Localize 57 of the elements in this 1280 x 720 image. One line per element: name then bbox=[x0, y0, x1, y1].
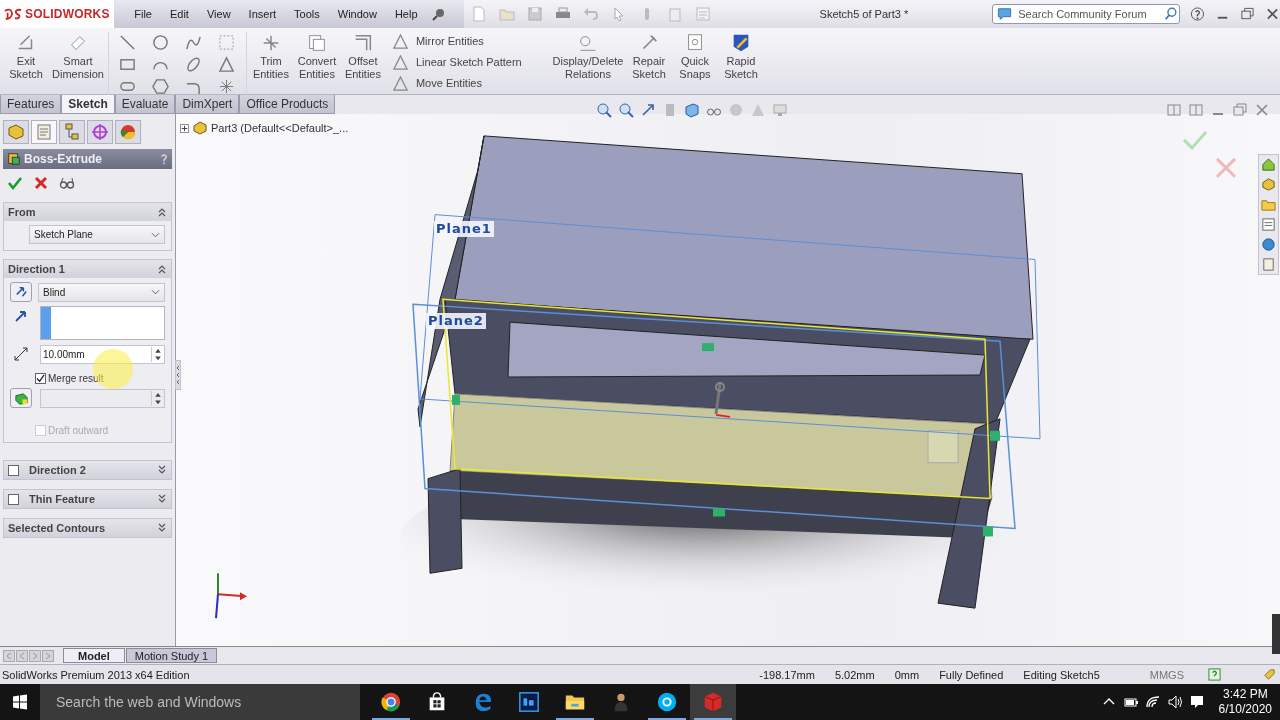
menu-item[interactable]: Help bbox=[386, 8, 426, 20]
command-button[interactable]: Smart Dimension bbox=[50, 32, 106, 81]
ribbon-tab[interactable]: Features bbox=[0, 95, 62, 114]
menu-item[interactable]: Edit bbox=[161, 8, 197, 20]
window-title: Sketch5 of Part3 * bbox=[819, 8, 909, 20]
section-header[interactable]: From bbox=[4, 203, 171, 221]
clock-time: 3:42 PM bbox=[1222, 687, 1268, 702]
command-button[interactable]: Offset Entities bbox=[340, 32, 385, 81]
ribbon-tab[interactable]: Office Products bbox=[239, 95, 336, 114]
section-title: Direction 1 bbox=[8, 263, 65, 275]
section-title: Selected Contours bbox=[8, 522, 106, 534]
status-text: SolidWorks Premium 2013 x64 Edition bbox=[2, 668, 191, 681]
status-field: Editing Sketch5 bbox=[1023, 668, 1100, 681]
command-button[interactable]: Rapid Sketch bbox=[718, 32, 763, 81]
ribbon-tab[interactable]: DimXpert bbox=[175, 95, 240, 114]
status-field: 0mm bbox=[894, 668, 920, 681]
section-header[interactable]: Direction 1 bbox=[4, 260, 171, 278]
panel-title: Boss-Extrude bbox=[24, 152, 104, 166]
depth-field[interactable]: 10.00mm bbox=[40, 344, 165, 364]
app-logo: SOLIDWORKS bbox=[25, 7, 110, 21]
section-header[interactable]: Selected Contours bbox=[3, 518, 172, 538]
section-title: Thin Feature bbox=[29, 493, 95, 505]
plane-label: Plane1 bbox=[434, 221, 494, 237]
command-button[interactable]: Mirror Entities bbox=[392, 32, 543, 50]
taskbar-search-field[interactable]: Search the web and Windows bbox=[40, 684, 360, 720]
menu-item[interactable]: Window bbox=[329, 8, 385, 20]
section-title: From bbox=[8, 206, 36, 218]
search-field[interactable]: Search Community Forum bbox=[992, 4, 1181, 24]
units-selector[interactable]: MMGS bbox=[1149, 668, 1184, 681]
dropdown[interactable]: Sketch Plane bbox=[29, 225, 165, 244]
plane-label: Plane2 bbox=[426, 313, 486, 329]
command-button[interactable]: Move Entities bbox=[392, 74, 543, 92]
menu-item[interactable]: Insert bbox=[240, 8, 285, 20]
status-field: -198.17mm bbox=[759, 668, 815, 681]
status-field: 5.02mm bbox=[834, 668, 875, 681]
model-tab[interactable]: Motion Study 1 bbox=[125, 648, 218, 663]
command-button[interactable]: Exit Sketch bbox=[4, 32, 48, 81]
menu-item[interactable]: File bbox=[126, 8, 160, 20]
command-button[interactable]: Convert Entities bbox=[294, 32, 339, 81]
command-button[interactable]: Quick Snaps bbox=[672, 32, 717, 81]
command-button[interactable]: Trim Entities bbox=[248, 32, 293, 81]
ribbon-tab[interactable]: Evaluate bbox=[114, 95, 176, 114]
checkbox[interactable]: Merge result bbox=[4, 364, 171, 384]
command-button[interactable]: Display/Delete Relations bbox=[550, 32, 625, 81]
command-button[interactable]: Linear Sketch Pattern bbox=[392, 53, 543, 71]
menu-item[interactable]: Tools bbox=[286, 8, 328, 20]
status-field: Fully Defined bbox=[939, 668, 1004, 681]
section-header[interactable]: Direction 2 bbox=[3, 460, 172, 480]
model-tab[interactable]: Model bbox=[63, 648, 125, 663]
command-button[interactable]: Repair Sketch bbox=[626, 32, 671, 81]
section-title: Direction 2 bbox=[29, 464, 86, 476]
section-header[interactable]: Thin Feature bbox=[3, 489, 172, 509]
menu-item[interactable]: View bbox=[198, 8, 239, 20]
dropdown[interactable]: Blind bbox=[38, 282, 165, 302]
tree-item[interactable]: Part3 (Default<<Default>_... bbox=[211, 122, 349, 134]
ribbon-tab[interactable]: Sketch bbox=[61, 95, 115, 114]
clock-date: 6/10/2020 bbox=[1218, 702, 1272, 717]
